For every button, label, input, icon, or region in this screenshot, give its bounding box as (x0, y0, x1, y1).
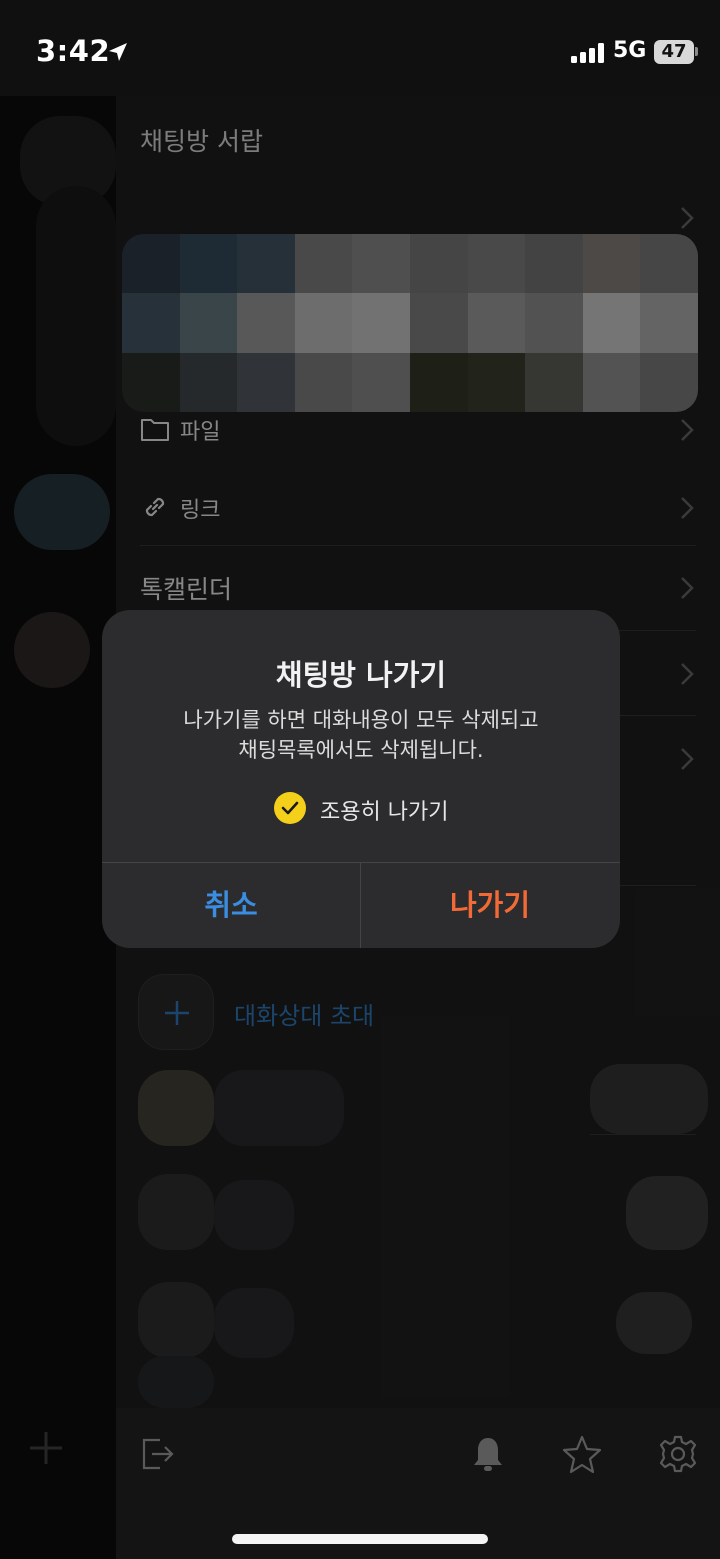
status-time: 3:42 (36, 34, 111, 68)
cancel-button[interactable]: 취소 (102, 863, 360, 948)
battery-icon: 47 (654, 40, 694, 64)
dialog-message-line: 나가기를 하면 대화내용이 모두 삭제되고 (183, 708, 539, 732)
leave-button[interactable]: 나가기 (361, 863, 619, 948)
cellular-signal-icon (571, 43, 604, 63)
quiet-leave-checkbox[interactable] (274, 792, 306, 824)
quiet-leave-label[interactable]: 조용히 나가기 (320, 794, 448, 826)
status-bar: 3:42 5G 47 (0, 0, 720, 96)
dialog-message-line: 채팅목록에서도 삭제됩니다. (238, 738, 484, 762)
checkmark-icon (281, 801, 299, 815)
location-arrow-icon (109, 43, 127, 61)
home-indicator[interactable] (232, 1534, 488, 1544)
dialog-message: 나가기를 하면 대화내용이 모두 삭제되고 채팅목록에서도 삭제됩니다. (102, 705, 620, 765)
dialog-title: 채팅방 나가기 (275, 658, 447, 692)
network-type: 5G (613, 38, 647, 63)
battery-tip (695, 47, 698, 56)
leave-chat-dialog: 채팅방 나가기 나가기를 하면 대화내용이 모두 삭제되고 채팅목록에서도 삭제… (102, 610, 620, 948)
